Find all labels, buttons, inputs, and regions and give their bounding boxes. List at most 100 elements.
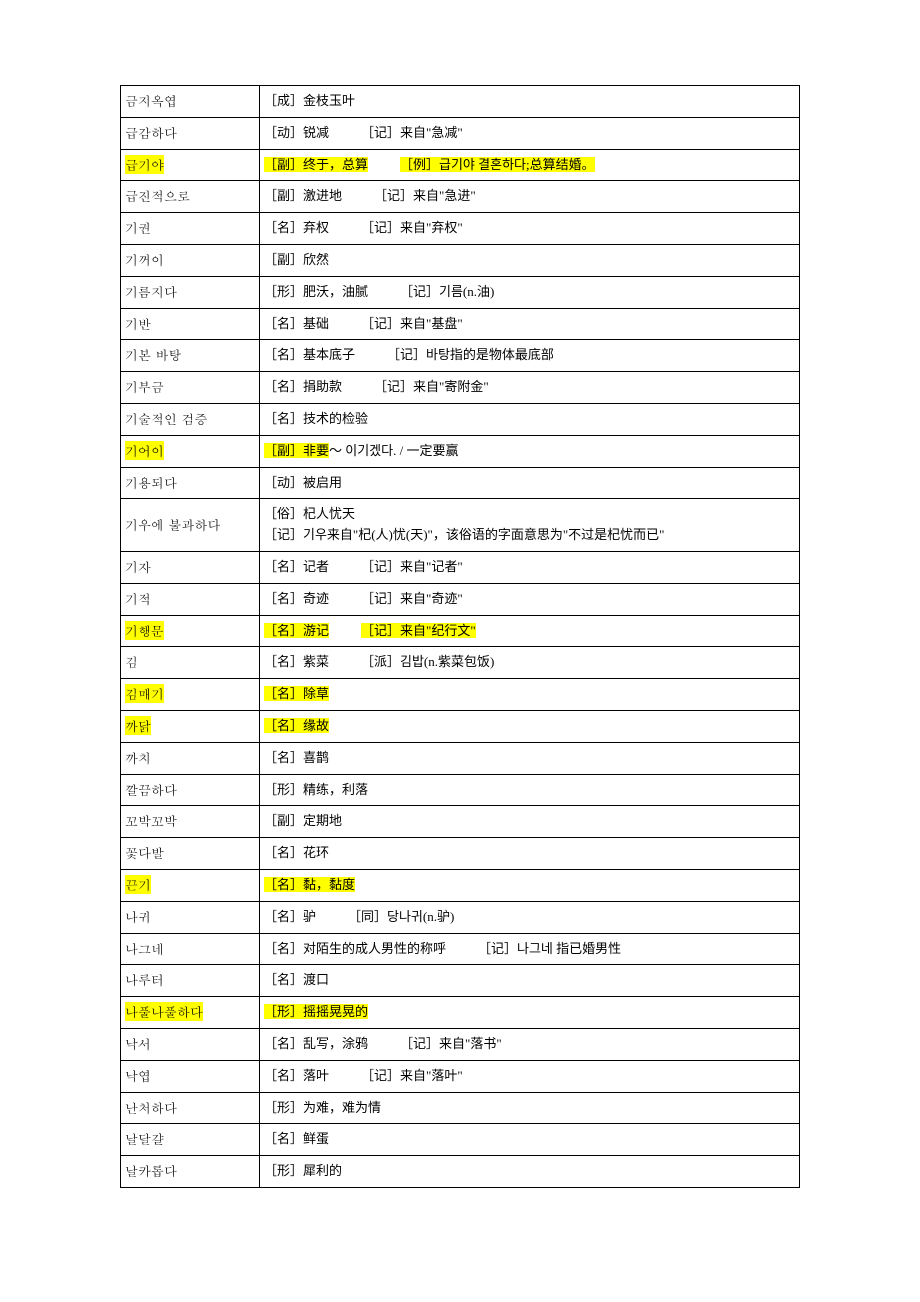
term-cell: 기적 <box>121 583 260 615</box>
term-text: 기행문 <box>125 621 164 640</box>
term-cell: 김 <box>121 647 260 679</box>
table-row: 깔끔하다［形］精练，利落 <box>121 774 800 806</box>
term-text: 기본 바탕 <box>125 345 181 364</box>
table-row: 급진적으로［副］激进地［记］来自"急进" <box>121 181 800 213</box>
definition-cell: ［名］落叶［记］来自"落叶" <box>260 1060 800 1092</box>
definition-text: ［记］기우来自"杞(人)忧(天)"，该俗语的字面意思为"不过是杞忧而已" <box>264 527 664 542</box>
definition-text: ［同］당나귀(n.驴) <box>348 909 454 924</box>
table-row: 기술적인 검증 ［名］技术的检验 <box>121 403 800 435</box>
term-text: 나그네 <box>125 939 164 958</box>
table-row: 기름지다［形］肥沃，油腻［记］기름(n.油) <box>121 276 800 308</box>
table-row: 나그네 ［名］对陌生的成人男性的称呼 ［记］나그네 指已婚男性 <box>121 933 800 965</box>
definition-text: ［名］奇迹 <box>264 591 329 606</box>
definition-text: ［副］定期地 <box>264 813 342 828</box>
definition-cell: ［名］黏，黏度 <box>260 869 800 901</box>
term-cell: 낙엽 <box>121 1060 260 1092</box>
table-row: 기행문 ［名］游记 ［记］来自"纪行文" <box>121 615 800 647</box>
term-cell: 급진적으로 <box>121 181 260 213</box>
table-row: 낙엽 ［名］落叶［记］来自"落叶" <box>121 1060 800 1092</box>
definition-text: ［记］来自"落叶" <box>361 1068 463 1083</box>
definition-cell: ［名］基础［记］来自"基盘" <box>260 308 800 340</box>
term-text: 낙서 <box>125 1034 151 1053</box>
definition-text: ［记］来自"落书" <box>400 1036 502 1051</box>
definition-text: ［副］非要 <box>264 443 329 458</box>
definition-cell: ［名］紫菜［派］김밥(n.紫菜包饭) <box>260 647 800 679</box>
term-text: 기권 <box>125 218 151 237</box>
definition-text: ［形］犀利的 <box>264 1163 342 1178</box>
definition-cell: ［副］定期地 <box>260 806 800 838</box>
term-cell: 기용되다 <box>121 467 260 499</box>
definition-text: ［名］游记 <box>264 623 329 638</box>
term-cell: 급감하다 <box>121 117 260 149</box>
term-cell: 날달걀 <box>121 1124 260 1156</box>
definition-cell: ［名］渡口 <box>260 965 800 997</box>
term-text: 꼬박꼬박 <box>125 811 177 830</box>
definition-text: ［名］基本底子 <box>264 347 355 362</box>
term-cell: 나루터 <box>121 965 260 997</box>
definition-cell: ［名］驴［同］당나귀(n.驴) <box>260 901 800 933</box>
term-text: 낙엽 <box>125 1066 151 1085</box>
term-cell: 난처하다 <box>121 1092 260 1124</box>
table-row: 기본 바탕［名］基本底子［记］바탕指的是物体最底部 <box>121 340 800 372</box>
definition-text: ［副］欣然 <box>264 252 329 267</box>
table-row: 끈기［名］黏，黏度 <box>121 869 800 901</box>
table-row: 꽃다발 ［名］花环 <box>121 838 800 870</box>
term-cell: 나풀나풀하다 <box>121 997 260 1029</box>
definition-cell: ［副］非要～ 이기겠다. / 一定要赢 <box>260 435 800 467</box>
term-text: 날달걀 <box>125 1129 164 1148</box>
table-row: 기자［名］记者［记］来自"记者" <box>121 551 800 583</box>
table-row: 낙서 ［名］乱写，涂鸦［记］来自"落书" <box>121 1028 800 1060</box>
definition-cell: ［名］喜鹊 <box>260 742 800 774</box>
document-page: 금지옥엽［成］金枝玉叶급감하다［动］锐减［记］来自"急减"급기야［副］终于，总算… <box>0 0 920 1248</box>
table-row: 꼬박꼬박 ［副］定期地 <box>121 806 800 838</box>
table-row: 난처하다 ［形］为难，难为情 <box>121 1092 800 1124</box>
definition-cell: ［名］对陌生的成人男性的称呼 ［记］나그네 指已婚男性 <box>260 933 800 965</box>
term-cell: 기꺼이 <box>121 244 260 276</box>
term-text: 까치 <box>125 748 151 767</box>
term-cell: 깔끔하다 <box>121 774 260 806</box>
table-row: 날카롭다 ［形］犀利的 <box>121 1156 800 1188</box>
table-row: 기부금 ［名］捐助款［记］来自"寄附金" <box>121 372 800 404</box>
term-text: 기름지다 <box>125 282 177 301</box>
term-cell: 기행문 <box>121 615 260 647</box>
definition-text: ［名］对陌生的成人男性的称呼 <box>264 941 446 956</box>
definition-cell: ［名］捐助款［记］来自"寄附金" <box>260 372 800 404</box>
term-cell: 김매기 <box>121 679 260 711</box>
table-row: 기적［名］奇迹［记］来自"奇迹" <box>121 583 800 615</box>
definition-cell: ［副］终于，总算［例］급기야 결혼하다;总算结婚。 <box>260 149 800 181</box>
term-text: 금지옥엽 <box>125 91 177 110</box>
term-cell: 기반 <box>121 308 260 340</box>
term-text: 기술적인 검증 <box>125 409 207 428</box>
definition-text: ［名］喜鹊 <box>264 750 329 765</box>
table-row: 나귀［名］驴［同］당나귀(n.驴) <box>121 901 800 933</box>
definition-cell: ［成］金枝玉叶 <box>260 86 800 118</box>
term-cell: 기부금 <box>121 372 260 404</box>
table-row: 기꺼이 ［副］欣然 <box>121 244 800 276</box>
definition-text: ［记］나그네 指已婚男性 <box>478 941 621 956</box>
term-cell: 기권 <box>121 213 260 245</box>
definition-text: ～ 이기겠다. / 一定要赢 <box>329 443 458 458</box>
definition-text: ［记］来自"寄附金" <box>374 379 489 394</box>
definition-text: ［记］来自"弃权" <box>361 220 463 235</box>
definition-text: ［记］기름(n.油) <box>400 284 494 299</box>
definition-cell: ［动］被启用 <box>260 467 800 499</box>
term-text: 기부금 <box>125 377 164 396</box>
definition-cell: ［名］花环 <box>260 838 800 870</box>
definition-cell: ［动］锐减［记］来自"急减" <box>260 117 800 149</box>
definition-cell: ［名］技术的检验 <box>260 403 800 435</box>
table-row: 기반［名］基础［记］来自"基盘" <box>121 308 800 340</box>
definition-text: ［俗］杞人忧天 <box>264 506 355 521</box>
definition-text: ［名］渡口 <box>264 972 329 987</box>
term-cell: 기자 <box>121 551 260 583</box>
term-text: 날카롭다 <box>125 1161 177 1180</box>
definition-cell: ［形］摇摇晃晃的 <box>260 997 800 1029</box>
term-cell: 날카롭다 <box>121 1156 260 1188</box>
definition-cell: ［形］精练，利落 <box>260 774 800 806</box>
definition-text: ［记］来自"纪行文" <box>361 623 476 638</box>
definition-text: ［形］为难，难为情 <box>264 1100 381 1115</box>
term-cell: 꽃다발 <box>121 838 260 870</box>
definition-text: ［名］黏，黏度 <box>264 877 355 892</box>
table-row: 까치 ［名］喜鹊 <box>121 742 800 774</box>
definition-text: ［名］花环 <box>264 845 329 860</box>
definition-cell: ［名］乱写，涂鸦［记］来自"落书" <box>260 1028 800 1060</box>
